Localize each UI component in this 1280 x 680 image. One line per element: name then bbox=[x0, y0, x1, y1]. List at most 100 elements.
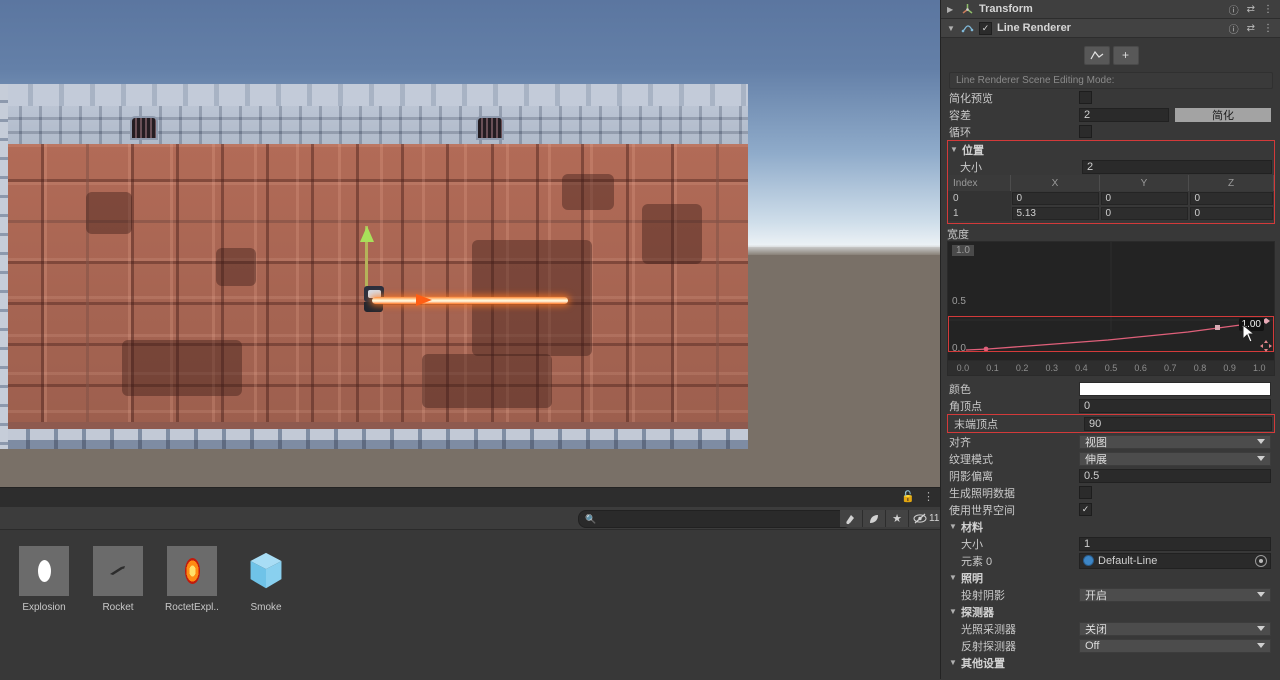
row-alignment[interactable]: 对齐 视图 bbox=[941, 433, 1280, 450]
chevron-down-icon[interactable]: ▼ bbox=[950, 145, 962, 154]
cell-y-value[interactable]: 0 bbox=[1100, 192, 1188, 205]
cell-z-value[interactable]: 0 bbox=[1189, 207, 1273, 220]
row-tolerance[interactable]: 容差 2 简化 bbox=[941, 106, 1280, 123]
row-reflection-probes[interactable]: 反射探测器 Off bbox=[941, 637, 1280, 654]
positions-size-input[interactable]: 2 bbox=[1082, 159, 1272, 174]
row-use-world-space[interactable]: 使用世界空间 ✓ bbox=[941, 501, 1280, 518]
plus-icon[interactable]: + bbox=[1112, 45, 1139, 65]
cell-x-value[interactable]: 0 bbox=[1011, 192, 1099, 205]
material-element-object-field[interactable]: Default-Line bbox=[1079, 552, 1271, 569]
hidden-objects-count[interactable]: 11 bbox=[909, 510, 944, 527]
leaf-icon[interactable] bbox=[863, 510, 886, 527]
use-world-space-checkbox[interactable]: ✓ bbox=[1079, 503, 1092, 516]
light-probes-dropdown[interactable]: 关闭 bbox=[1079, 621, 1271, 636]
row-end-cap-vertices[interactable]: 末端顶点 90 bbox=[948, 415, 1274, 432]
row-cast-shadows[interactable]: 投射阴影 开启 bbox=[941, 586, 1280, 603]
component-header-line-renderer[interactable]: ▼ ✓ Line Renderer ⓘ ⇄ ⋮ bbox=[941, 19, 1280, 38]
table-row[interactable]: 0 0 0 0 bbox=[948, 191, 1274, 206]
positions-title-row[interactable]: ▼ 位置 bbox=[948, 141, 1274, 158]
kebab-menu-icon[interactable]: ⋮ bbox=[923, 491, 934, 502]
move-handle-icon[interactable] bbox=[1260, 340, 1272, 352]
lighting-section-title-row[interactable]: ▼ 照明 bbox=[941, 569, 1280, 586]
chevron-down-icon[interactable]: ▼ bbox=[949, 573, 961, 582]
cell-x[interactable]: 0 bbox=[1011, 191, 1100, 206]
width-curve-graph[interactable]: 1.0 0.5 0.0 1.00 bbox=[947, 241, 1275, 361]
material-section-title-row[interactable]: ▼ 材料 bbox=[941, 518, 1280, 535]
row-texture-mode[interactable]: 纹理模式 伸展 bbox=[941, 450, 1280, 467]
row-material-element-0[interactable]: 元素 0 Default-Line bbox=[941, 552, 1280, 569]
positions-size-row[interactable]: 大小 2 bbox=[948, 158, 1274, 175]
cast-shadows-dropdown[interactable]: 开启 bbox=[1079, 587, 1271, 602]
project-panel[interactable]: 🔓 ⋮ 🔍 ★ 11 Explosion Rocket RoctetExpl..… bbox=[0, 487, 944, 680]
chevron-right-icon[interactable]: ▶ bbox=[947, 5, 959, 14]
color-swatch[interactable] bbox=[1079, 381, 1271, 396]
help-icon[interactable]: ⓘ bbox=[1229, 2, 1239, 17]
cell-z[interactable]: 0 bbox=[1189, 191, 1274, 206]
probes-section-title-row[interactable]: ▼ 探测器 bbox=[941, 603, 1280, 620]
curve-edit-toolbar[interactable]: + bbox=[941, 42, 1280, 68]
cell-z[interactable]: 0 bbox=[1189, 206, 1274, 221]
component-header-icons[interactable]: ⓘ ⇄ ⋮ bbox=[1229, 21, 1280, 36]
table-row[interactable]: 1 5.13 0 0 bbox=[948, 206, 1274, 221]
row-end-cap-vertices-highlighted[interactable]: 末端顶点 90 bbox=[947, 414, 1275, 433]
paint-icon[interactable] bbox=[840, 510, 863, 527]
end-cap-vertices-input[interactable]: 90 bbox=[1084, 416, 1272, 431]
row-material-size[interactable]: 大小 1 bbox=[941, 535, 1280, 552]
positions-section[interactable]: ▼ 位置 大小 2 Index X Y Z 0 0 0 0 1 5.13 0 0 bbox=[947, 140, 1275, 224]
chevron-down-icon[interactable]: ▼ bbox=[947, 24, 959, 33]
corner-vertices-input[interactable]: 0 bbox=[1079, 398, 1271, 413]
cell-x-value[interactable]: 5.13 bbox=[1011, 207, 1099, 220]
component-header-icons[interactable]: ⓘ ⇄ ⋮ bbox=[1229, 2, 1280, 17]
asset-grid[interactable]: Explosion Rocket RoctetExpl.. Smoke bbox=[0, 530, 940, 680]
generate-lighting-data-checkbox[interactable] bbox=[1079, 486, 1092, 499]
asset-item-rocket[interactable]: Rocket bbox=[92, 546, 144, 680]
help-icon[interactable]: ⓘ bbox=[1229, 21, 1239, 36]
scene-view[interactable] bbox=[0, 0, 940, 487]
transform-gizmo-arrowhead[interactable] bbox=[360, 226, 374, 242]
row-light-probes[interactable]: 光照采测器 关闭 bbox=[941, 620, 1280, 637]
search-field[interactable]: 🔍 bbox=[578, 510, 852, 528]
loop-checkbox[interactable] bbox=[1079, 125, 1092, 138]
object-picker-icon[interactable] bbox=[1255, 554, 1267, 567]
row-simplify-preview[interactable]: 简化预览 bbox=[941, 89, 1280, 106]
project-toolbar[interactable]: 🔍 ★ 11 bbox=[0, 507, 944, 530]
row-generate-lighting-data[interactable]: 生成照明数据 bbox=[941, 484, 1280, 501]
width-curve-section[interactable]: 宽度 1.0 0.5 0.0 1.00 0.0 0.1 0.2 0.3 0.4 … bbox=[947, 226, 1275, 376]
kebab-menu-icon[interactable]: ⋮ bbox=[1263, 4, 1273, 15]
inspector-panel[interactable]: ▶ Transform ⓘ ⇄ ⋮ ▼ ✓ Line Renderer ⓘ ⇄ … bbox=[940, 0, 1280, 679]
component-header-transform[interactable]: ▶ Transform ⓘ ⇄ ⋮ bbox=[941, 0, 1280, 19]
star-icon[interactable]: ★ bbox=[886, 510, 909, 527]
preset-icon[interactable]: ⇄ bbox=[1247, 4, 1255, 15]
cell-y[interactable]: 0 bbox=[1100, 191, 1189, 206]
row-corner-vertices[interactable]: 角顶点 0 bbox=[941, 397, 1280, 414]
texture-mode-dropdown[interactable]: 伸展 bbox=[1079, 451, 1271, 466]
cell-x[interactable]: 5.13 bbox=[1011, 206, 1100, 221]
material-size-input[interactable]: 1 bbox=[1079, 536, 1271, 551]
laser-beam-line-renderer[interactable] bbox=[372, 297, 568, 304]
curve-edit-icon[interactable] bbox=[1083, 45, 1110, 65]
shadow-bias-input[interactable]: 0.5 bbox=[1079, 468, 1271, 483]
alignment-dropdown[interactable]: 视图 bbox=[1079, 434, 1271, 449]
positions-table[interactable]: Index X Y Z 0 0 0 0 1 5.13 0 0 bbox=[948, 175, 1274, 221]
cell-y[interactable]: 0 bbox=[1100, 206, 1189, 221]
preset-icon[interactable]: ⇄ bbox=[1247, 23, 1255, 34]
component-enabled-checkbox[interactable]: ✓ bbox=[979, 21, 992, 35]
asset-item-explosion[interactable]: Explosion bbox=[18, 546, 70, 680]
asset-item-rocketexpl[interactable]: RoctetExpl.. bbox=[165, 546, 219, 680]
lock-icon[interactable]: 🔓 bbox=[901, 490, 915, 503]
row-color[interactable]: 颜色 bbox=[941, 380, 1280, 397]
row-shadow-bias[interactable]: 阴影偏离 0.5 bbox=[941, 467, 1280, 484]
search-input[interactable] bbox=[600, 512, 845, 526]
tolerance-input[interactable]: 2 bbox=[1079, 107, 1169, 122]
reflection-probes-dropdown[interactable]: Off bbox=[1079, 638, 1271, 653]
kebab-menu-icon[interactable]: ⋮ bbox=[1263, 23, 1273, 34]
asset-item-smoke[interactable]: Smoke bbox=[240, 546, 292, 680]
simplify-preview-checkbox[interactable] bbox=[1079, 91, 1092, 104]
row-loop[interactable]: 循环 bbox=[941, 123, 1280, 140]
project-tool-buttons[interactable]: ★ 11 bbox=[840, 510, 944, 527]
other-settings-title-row[interactable]: ▼ 其他设置 bbox=[941, 654, 1280, 671]
cell-z-value[interactable]: 0 bbox=[1189, 192, 1273, 205]
chevron-down-icon[interactable]: ▼ bbox=[949, 658, 961, 667]
cell-y-value[interactable]: 0 bbox=[1100, 207, 1188, 220]
chevron-down-icon[interactable]: ▼ bbox=[949, 607, 961, 616]
